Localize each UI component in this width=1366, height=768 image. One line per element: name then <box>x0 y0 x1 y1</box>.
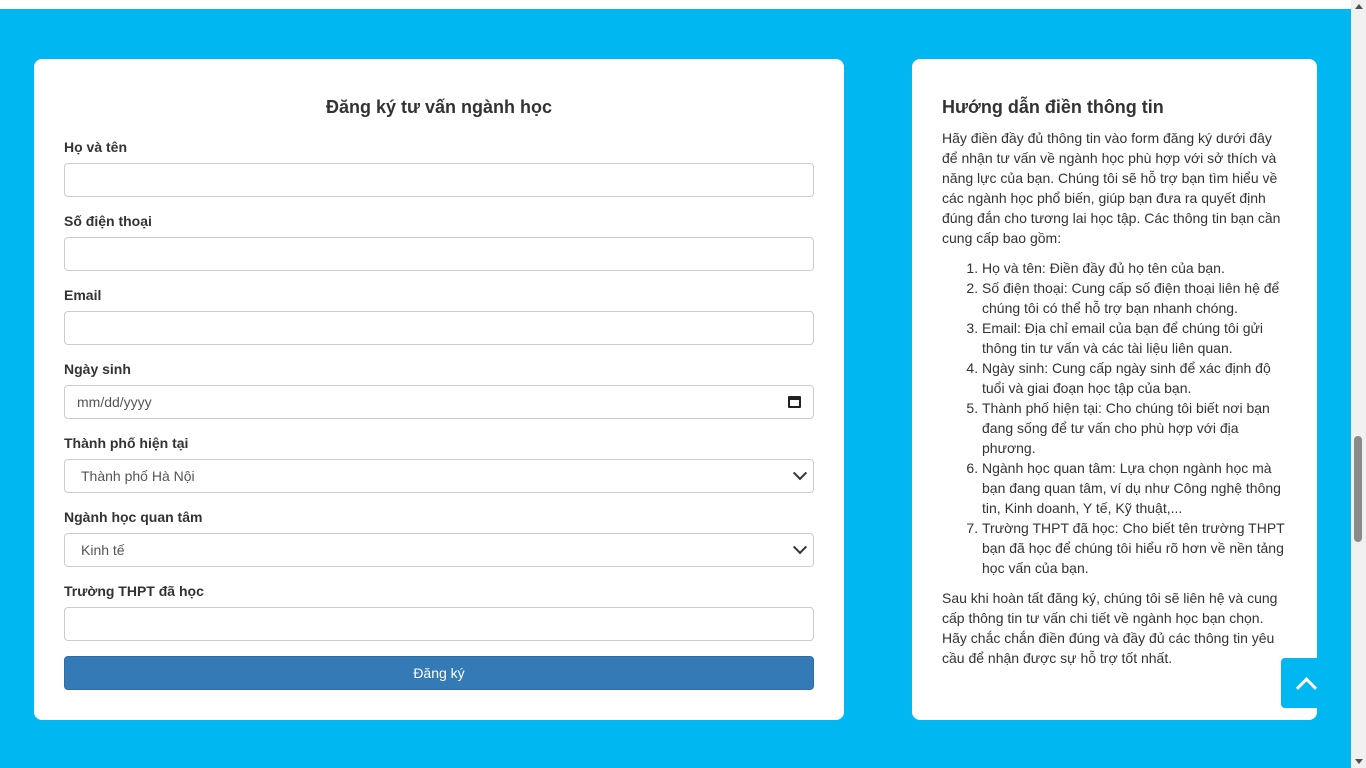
major-select[interactable]: Kinh tế <box>64 533 814 567</box>
chevron-up-icon <box>1295 676 1317 698</box>
full-name-input[interactable] <box>64 163 814 197</box>
guide-outro: Sau khi hoàn tất đăng ký, chúng tôi sẽ l… <box>942 590 1278 666</box>
city-selected-value: Thành phố Hà Nội <box>81 468 195 484</box>
phone-label: Số điện thoại <box>64 213 152 229</box>
guide-list: Họ và tên: Điền đầy đủ họ tên của bạn. S… <box>942 258 1287 578</box>
birthdate-placeholder: mm/dd/yyyy <box>77 394 152 410</box>
guide-card: Hướng dẫn điền thông tin Hãy điền đầy đủ… <box>912 59 1317 720</box>
list-item: Email: Địa chỉ email của bạn để chúng tô… <box>982 318 1287 358</box>
school-label: Trường THPT đã học <box>64 583 204 599</box>
form-title: Đăng ký tư vấn ngành học <box>325 97 553 117</box>
scroll-down-arrow-icon[interactable] <box>1355 759 1363 764</box>
school-input[interactable] <box>64 607 814 641</box>
guide-intro: Hãy điền đầy đủ thông tin vào form đăng … <box>942 130 1281 246</box>
calendar-icon[interactable] <box>788 396 801 408</box>
list-item: Ngày sinh: Cung cấp ngày sinh để xác địn… <box>982 358 1287 398</box>
registration-form-card: Đăng ký tư vấn ngành học Họ và tên Số đi… <box>34 59 844 720</box>
scrollbar-thumb[interactable] <box>1354 436 1362 542</box>
major-label: Ngành học quan tâm <box>64 509 203 525</box>
list-item: Họ và tên: Điền đầy đủ họ tên của bạn. <box>982 258 1287 278</box>
major-selected-value: Kinh tế <box>81 542 125 558</box>
phone-input[interactable] <box>64 237 814 271</box>
submit-button[interactable]: Đăng ký <box>64 656 814 690</box>
list-item: Thành phố hiện tại: Cho chúng tôi biết n… <box>982 398 1287 458</box>
page-scrollbar[interactable] <box>1351 0 1366 768</box>
guide-title: Hướng dẫn điền thông tin <box>942 97 1164 117</box>
city-label: Thành phố hiện tại <box>64 435 189 451</box>
list-item: Ngành học quan tâm: Lựa chọn ngành học m… <box>982 458 1287 518</box>
guide-body: Hãy điền đầy đủ thông tin vào form đăng … <box>942 128 1287 668</box>
full-name-label: Họ và tên <box>64 139 128 155</box>
scroll-up-arrow-icon[interactable] <box>1355 4 1363 9</box>
list-item: Số điện thoại: Cung cấp số điện thoại li… <box>982 278 1287 318</box>
list-item: Trường THPT đã học: Cho biết tên trường … <box>982 518 1287 578</box>
chevron-down-icon <box>792 540 808 555</box>
birthdate-label: Ngày sinh <box>64 361 131 377</box>
chevron-down-icon <box>792 466 808 481</box>
email-input[interactable] <box>64 311 814 345</box>
email-label: Email <box>64 287 102 303</box>
birthdate-input[interactable]: mm/dd/yyyy <box>64 385 814 419</box>
top-strip <box>0 0 1351 9</box>
city-select[interactable]: Thành phố Hà Nội <box>64 459 814 493</box>
scroll-to-top-button[interactable] <box>1281 658 1331 708</box>
